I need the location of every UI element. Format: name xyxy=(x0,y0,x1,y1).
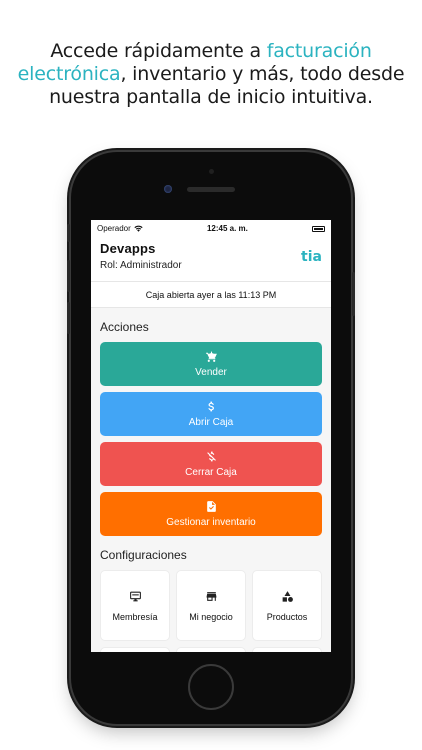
app-header: Devapps Rol: Administrador tia xyxy=(91,237,331,281)
cart-icon xyxy=(205,351,217,362)
productos-label: Productos xyxy=(266,611,308,622)
company-name: Devapps xyxy=(100,241,156,256)
config-grid: Membresía Mi negocio Productos xyxy=(91,570,331,641)
vender-label: Vender xyxy=(195,367,227,378)
config-grid-row-2 xyxy=(91,647,331,652)
proximity-sensor xyxy=(209,169,214,174)
tia-logo: tia xyxy=(301,249,322,265)
config-card-partial-2[interactable] xyxy=(176,647,246,652)
headline-part-1: Accede rápidamente a xyxy=(50,40,267,62)
volume-down-button xyxy=(67,302,70,334)
dollar-icon xyxy=(207,401,214,412)
cerrar-caja-button[interactable]: Cerrar Caja xyxy=(100,442,322,486)
status-time: 12:45 a. m. xyxy=(206,224,248,233)
cerrar-caja-label: Cerrar Caja xyxy=(185,467,237,478)
home-button[interactable] xyxy=(188,664,234,710)
gestionar-inventario-label: Gestionar inventario xyxy=(166,517,256,528)
abrir-caja-label: Abrir Caja xyxy=(188,417,234,428)
config-card-partial-1[interactable] xyxy=(100,647,170,652)
user-role: Rol: Administrador xyxy=(100,260,182,271)
productos-card[interactable]: Productos xyxy=(252,570,322,641)
phone-frame: Operador 12:45 a. m. Devapps Rol: Admini… xyxy=(67,152,355,724)
wifi-icon xyxy=(134,225,143,232)
app-screen: Operador 12:45 a. m. Devapps Rol: Admini… xyxy=(91,220,331,652)
battery-icon xyxy=(312,225,325,232)
mi-negocio-card[interactable]: Mi negocio xyxy=(176,570,246,641)
dollar-off-icon xyxy=(206,451,216,462)
caja-status-text: Caja abierta ayer a las 11:13 PM xyxy=(145,289,277,300)
power-button xyxy=(352,272,355,316)
carrier-label: Operador xyxy=(97,224,131,233)
earpiece-speaker xyxy=(187,187,235,192)
clipboard-icon xyxy=(206,501,216,512)
status-left: Operador xyxy=(97,224,143,233)
store-icon xyxy=(206,591,216,601)
front-camera xyxy=(164,185,172,193)
mute-switch xyxy=(67,224,70,242)
marketing-headline: Accede rápidamente a facturación electró… xyxy=(0,40,422,109)
monitor-icon xyxy=(129,591,141,601)
shapes-icon xyxy=(282,590,293,602)
membresia-label: Membresía xyxy=(112,611,158,622)
vender-button[interactable]: Vender xyxy=(100,342,322,386)
mi-negocio-label: Mi negocio xyxy=(189,611,233,622)
status-bar: Operador 12:45 a. m. xyxy=(91,220,331,237)
membresia-card[interactable]: Membresía xyxy=(100,570,170,641)
abrir-caja-button[interactable]: Abrir Caja xyxy=(100,392,322,436)
caja-status-banner: Caja abierta ayer a las 11:13 PM xyxy=(91,281,331,308)
actions-list: Vender Abrir Caja Cerrar Caja Gestionar … xyxy=(91,342,331,536)
configuraciones-title: Configuraciones xyxy=(100,548,187,562)
acciones-title: Acciones xyxy=(100,320,149,334)
volume-up-button xyxy=(67,260,70,292)
config-card-partial-3[interactable] xyxy=(252,647,322,652)
gestionar-inventario-button[interactable]: Gestionar inventario xyxy=(100,492,322,536)
